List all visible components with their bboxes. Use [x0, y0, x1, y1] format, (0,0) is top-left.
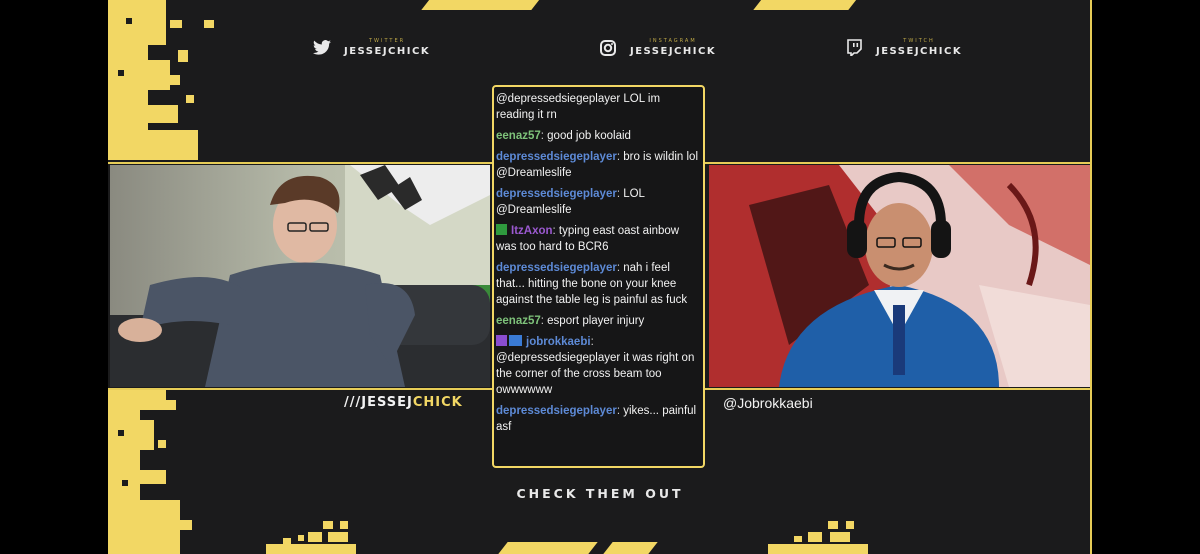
chat-message: depressedsiegeplayer: yikes... painful a… — [494, 403, 703, 435]
chat-username[interactable]: depressedsiegeplayer — [496, 405, 617, 417]
deco-slash — [603, 542, 658, 554]
left-tag-prefix: ///JESSEJ — [344, 395, 413, 410]
chat-username[interactable]: eenaz57 — [496, 130, 541, 142]
chat-message: jobrokkaebi: @depressedsiegeplayer it was… — [494, 334, 703, 398]
chat-separator: : — [590, 336, 594, 348]
social-label: TWITCH — [903, 38, 935, 44]
right-guest-tag: @Jobrokkaebi — [723, 395, 813, 411]
chat-message: depressedsiegeplayer: bro is wildin lol … — [494, 149, 703, 181]
instagram-camera-icon — [598, 39, 618, 57]
social-twitter[interactable]: TWITTER JESSEJCHICK — [312, 38, 430, 57]
guest-photo — [709, 165, 1090, 387]
chat-username[interactable]: jobrokkaebi — [526, 336, 591, 348]
sub-badge-icon — [496, 224, 507, 235]
chat-text: @depressedsiegeplayer it was right on th… — [496, 352, 695, 396]
check-them-out-heading: CHECK THEM OUT — [516, 486, 684, 501]
chat-message: eenaz57: esport player injury — [494, 313, 703, 329]
deco-slash — [421, 0, 541, 10]
twitch-glitch-icon — [844, 39, 864, 57]
left-streamer-tag: ///JESSEJCHICK — [344, 395, 463, 410]
deco-slash — [753, 0, 858, 10]
chat-username[interactable]: depressedsiegeplayer — [496, 188, 617, 200]
streamer-photo — [110, 165, 490, 387]
star-badge-icon — [496, 335, 507, 346]
social-instagram[interactable]: INSTAGRAM JESSEJCHICK — [598, 38, 716, 57]
chat-message: ItzAxon: typing east oast ainbow was too… — [494, 223, 703, 255]
chat-username[interactable]: depressedsiegeplayer — [496, 151, 617, 163]
chat-username[interactable]: eenaz57 — [496, 315, 541, 327]
chat-text: esport player injury — [547, 315, 645, 327]
left-tag-accent: CHICK — [412, 395, 463, 410]
social-label: INSTAGRAM — [649, 38, 697, 44]
chat-username[interactable]: ItzAxon — [511, 225, 553, 237]
frame-line-right — [1090, 0, 1092, 554]
chat-text: @depressedsiegeplayer LOL im reading it … — [496, 93, 661, 121]
chat-message: depressedsiegeplayer: nah i feel that...… — [494, 260, 703, 308]
social-twitch[interactable]: TWITCH JESSEJCHICK — [844, 38, 962, 57]
chat-text: good job koolaid — [547, 130, 631, 142]
left-camera-feed — [110, 165, 490, 387]
twitter-bird-icon — [312, 39, 332, 57]
social-label: TWITTER — [368, 38, 406, 44]
chat-username[interactable]: depressedsiegeplayer — [496, 262, 617, 274]
social-handle: JESSEJCHICK — [344, 46, 431, 57]
social-handle: JESSEJCHICK — [630, 46, 717, 57]
deco-slash — [498, 542, 598, 554]
chat-message: depressedsiegeplayer: LOL @Dreamleslife — [494, 186, 703, 218]
chat-message: eenaz57: good job koolaid — [494, 128, 703, 144]
chat-message: @depressedsiegeplayer LOL im reading it … — [494, 91, 703, 123]
right-camera-feed — [709, 165, 1090, 387]
chat-panel[interactable]: @depressedsiegeplayer LOL im reading it … — [492, 85, 705, 468]
crown-badge-icon — [509, 335, 522, 346]
social-handle: JESSEJCHICK — [876, 46, 963, 57]
